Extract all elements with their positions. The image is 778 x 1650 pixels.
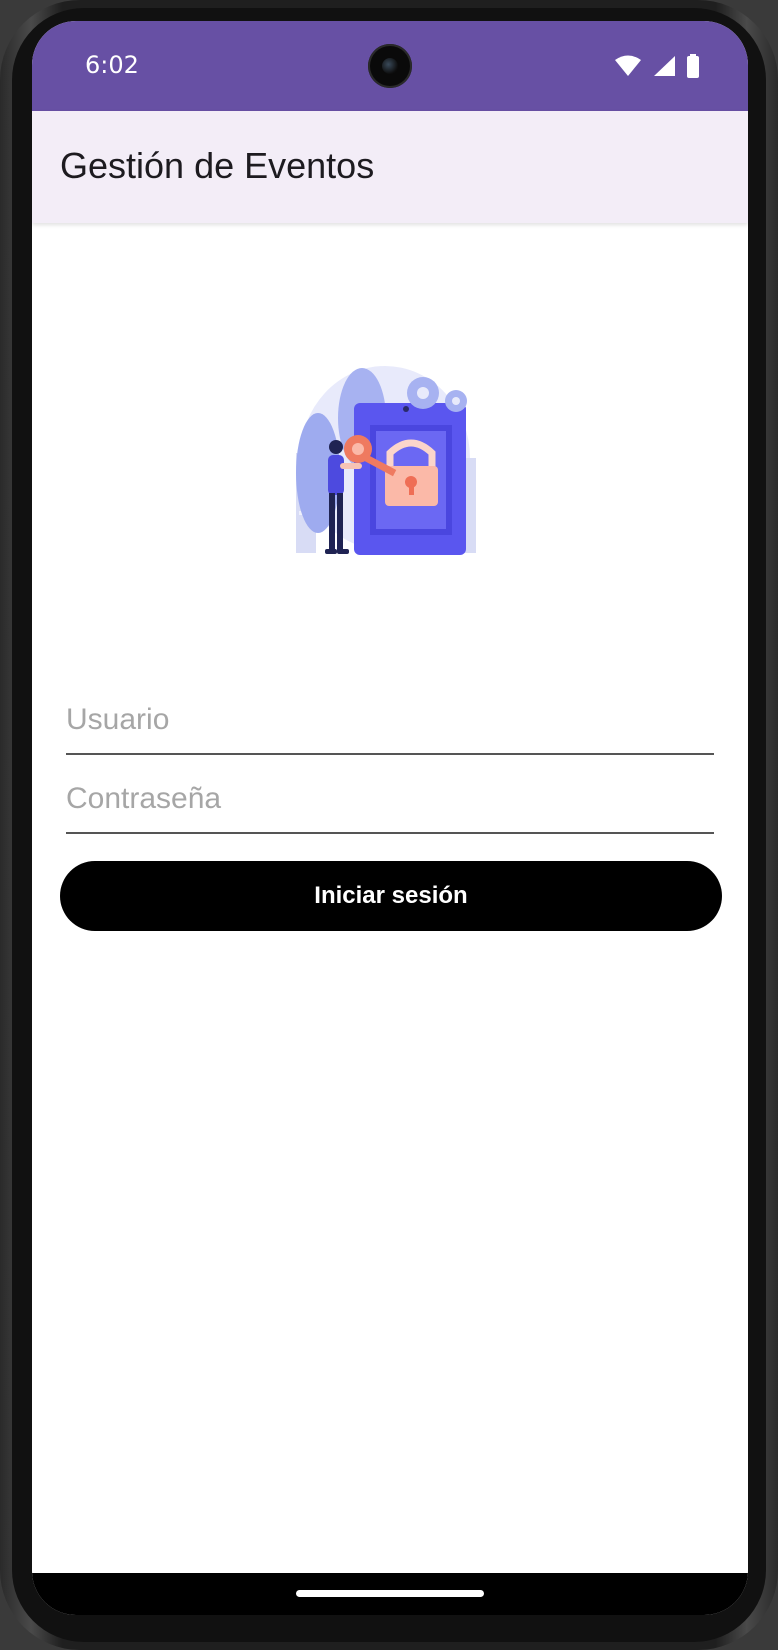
username-input[interactable] <box>66 689 714 751</box>
wifi-icon <box>615 55 641 76</box>
security-lock-key-illustration <box>296 366 476 555</box>
password-input[interactable] <box>66 768 714 830</box>
page-title: Gestión de Eventos <box>60 145 375 186</box>
navigation-bar <box>32 1573 748 1615</box>
password-field[interactable] <box>66 768 714 834</box>
login-button[interactable]: Iniciar sesión <box>60 861 722 931</box>
username-field[interactable] <box>66 689 714 755</box>
camera-lens <box>382 58 398 74</box>
home-gesture-handle[interactable] <box>296 1590 484 1597</box>
status-bar: 6:02 <box>32 21 748 111</box>
cellular-signal-icon <box>654 56 675 76</box>
status-time: 6:02 <box>85 51 139 79</box>
app-screen: 6:02 Gestión de Eventos Usuario Iniciar … <box>32 21 748 1615</box>
top-app-bar: Gestión de Eventos <box>32 111 748 223</box>
front-camera <box>368 44 412 88</box>
status-icons <box>614 54 700 78</box>
phone-frame: 6:02 Gestión de Eventos Usuario Iniciar … <box>0 0 778 1650</box>
battery-icon <box>687 54 699 78</box>
